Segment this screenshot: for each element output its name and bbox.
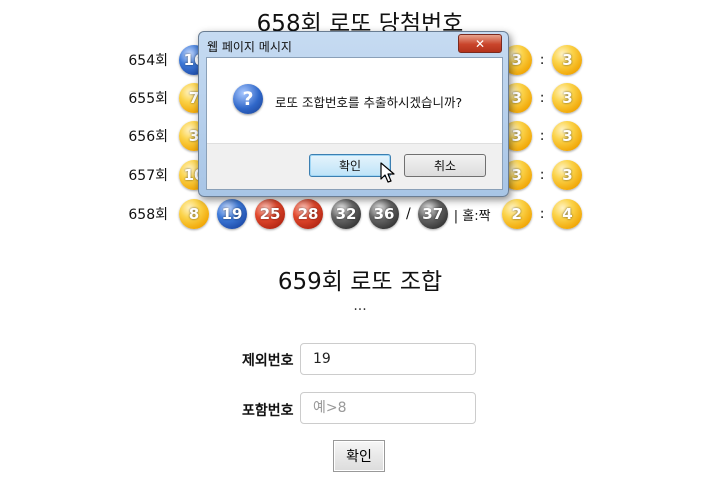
dialog-ok-button[interactable]: 확인 — [309, 154, 391, 177]
close-icon[interactable]: ✕ — [458, 34, 502, 53]
draw-label: 656회 — [128, 129, 168, 145]
dialog-message: 로또 조합번호를 추출하시겠습니까? — [275, 95, 463, 110]
include-label: 포함번호 — [242, 403, 294, 419]
even-count-ball: 3 — [552, 160, 583, 190]
bonus-ball: 37 — [417, 199, 448, 229]
ratio-colon: : — [539, 167, 545, 183]
draw-label: 658회 — [128, 207, 168, 223]
dialog-cancel-button[interactable]: 취소 — [404, 154, 486, 177]
draw-label: 657회 — [128, 168, 168, 184]
ratio-colon: : — [539, 90, 545, 106]
winning-numbers: 8 19 25 28 32 36 — [179, 199, 399, 229]
number-ball: 28 — [293, 199, 323, 229]
even-count-ball: 3 — [552, 45, 583, 75]
even-count-ball: 3 — [552, 121, 583, 151]
dialog-title: 웹 페이지 메시지 — [207, 40, 292, 54]
number-ball: 8 — [179, 199, 209, 229]
number-ball: 19 — [217, 199, 247, 229]
include-input[interactable] — [300, 392, 476, 424]
bonus-separator: / — [406, 206, 411, 222]
draw-label: 654회 — [128, 53, 168, 69]
mouse-cursor-icon — [380, 162, 395, 183]
odd-even-label: | 홀:짝 — [453, 208, 491, 224]
number-ball: 36 — [369, 199, 399, 229]
odd-count-ball: 2 — [501, 199, 532, 229]
confirm-dialog: 웹 페이지 메시지 ✕ ? 로또 조합번호를 추출하시겠습니까? 확인 취소 — [198, 31, 509, 197]
ratio-colon: : — [539, 52, 545, 68]
dialog-footer: 확인 취소 — [207, 143, 502, 189]
draw-label: 655회 — [128, 91, 168, 107]
submit-button[interactable]: 확인 — [333, 440, 385, 472]
number-ball: 32 — [331, 199, 361, 229]
even-count-ball: 4 — [552, 199, 583, 229]
draw-row: 658회 8 19 25 28 32 36 / 37 | 홀:짝 2:4 — [120, 196, 583, 232]
combo-title: 659회 로또 조합 — [277, 269, 443, 295]
even-count-ball: 3 — [552, 83, 583, 113]
dialog-body: ? 로또 조합번호를 추출하시겠습니까? 확인 취소 — [206, 57, 503, 190]
ratio-colon: : — [539, 206, 545, 222]
status-dots: ... — [353, 298, 367, 314]
exclude-label: 제외번호 — [242, 353, 294, 369]
number-ball: 25 — [255, 199, 285, 229]
exclude-input[interactable] — [300, 343, 476, 375]
ratio-colon: : — [539, 128, 545, 144]
question-icon: ? — [233, 84, 263, 114]
